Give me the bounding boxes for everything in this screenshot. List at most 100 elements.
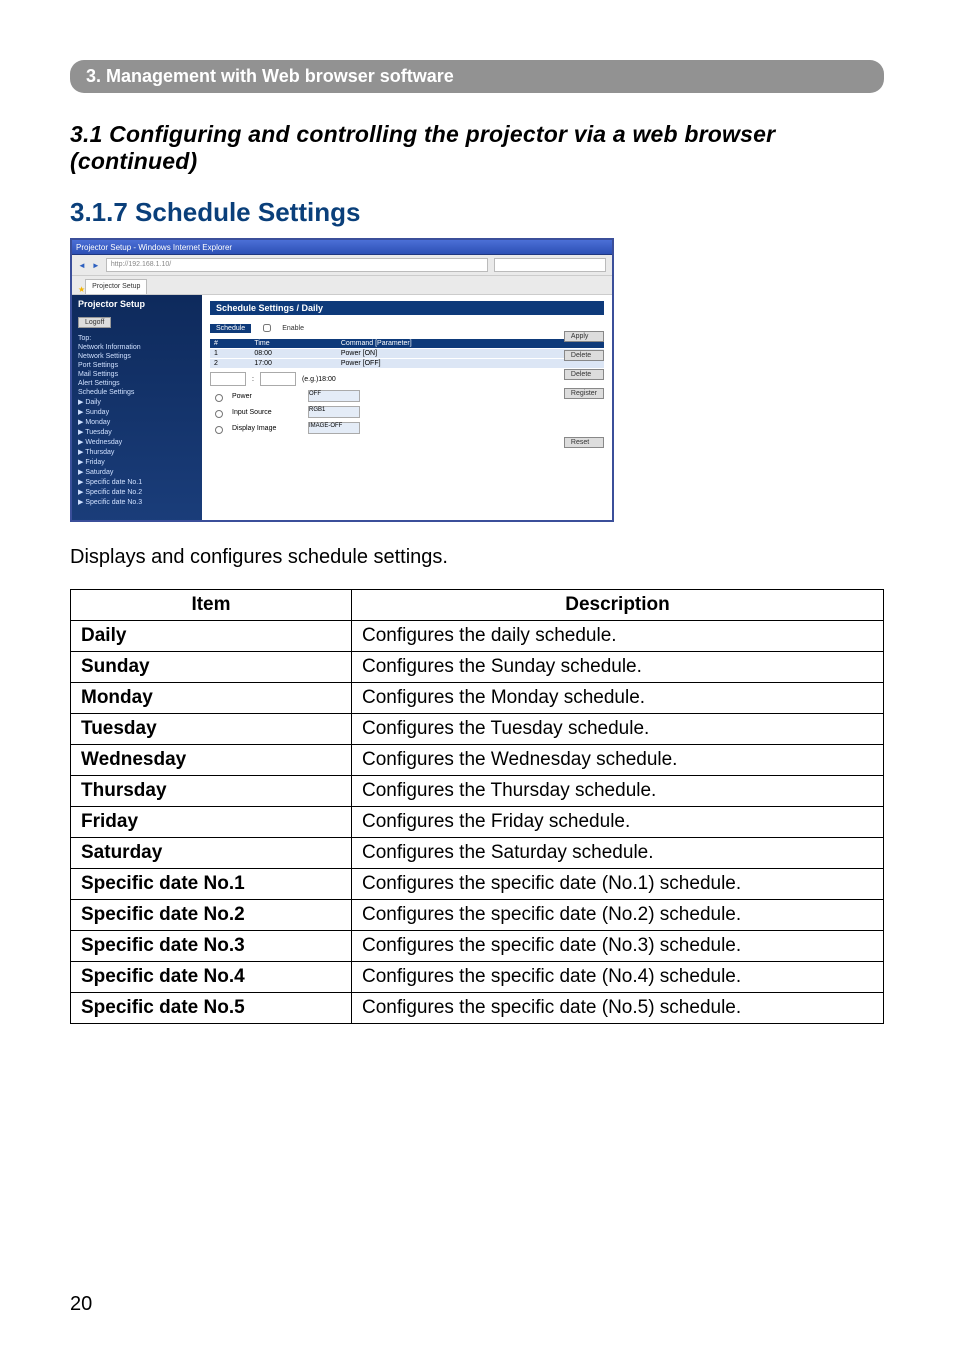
logoff-button[interactable]: Logoff	[78, 317, 111, 328]
option-value[interactable]: OFF	[308, 390, 360, 402]
sidebar-item[interactable]: ▶ Specific date No.2	[78, 487, 196, 497]
nav-back-icon[interactable]: ◄	[78, 261, 86, 270]
sidebar-item[interactable]: ▶ Saturday	[78, 467, 196, 477]
sidebar-item[interactable]: Schedule Settings	[78, 388, 196, 397]
table-row: Specific date No.5Configures the specifi…	[71, 993, 884, 1024]
subsection-title: 3.1.7 Schedule Settings	[70, 197, 884, 228]
tab-bar: ★ Projector Setup	[72, 276, 612, 295]
schedule-table: #TimeCommand [Parameter] 108:00Power [ON…	[210, 339, 604, 368]
spec-table: Item Description DailyConfigures the dai…	[70, 589, 884, 1024]
option-label: Display Image	[232, 425, 302, 432]
apply-button[interactable]: Apply	[564, 331, 604, 342]
spec-desc: Configures the Wednesday schedule.	[352, 745, 884, 776]
spec-desc: Configures the Monday schedule.	[352, 683, 884, 714]
table-cell: 2	[210, 359, 250, 369]
table-cell: 17:00	[250, 359, 337, 369]
sidebar-item[interactable]: ▶ Specific date No.3	[78, 497, 196, 507]
sidebar-item[interactable]: ▶ Friday	[78, 457, 196, 467]
sidebar-item[interactable]: Alert Settings	[78, 379, 196, 388]
option-label: Power	[232, 393, 302, 400]
command-option-row: Display Image IMAGE-OFF	[210, 422, 604, 434]
sidebar-item[interactable]: ▶ Monday	[78, 417, 196, 427]
spec-desc: Configures the specific date (No.5) sche…	[352, 993, 884, 1024]
hour-input[interactable]	[210, 372, 246, 386]
sidebar-item[interactable]: ▶ Specific date No.1	[78, 477, 196, 487]
table-row: DailyConfigures the daily schedule.	[71, 621, 884, 652]
table-row: Specific date No.1Configures the specifi…	[71, 869, 884, 900]
delete-button-2[interactable]: Delete	[564, 369, 604, 380]
spec-item: Specific date No.4	[71, 962, 352, 993]
screenshot-schedule-settings: Projector Setup - Windows Internet Explo…	[70, 238, 614, 522]
table-row: Specific date No.4Configures the specifi…	[71, 962, 884, 993]
table-row: Specific date No.2Configures the specifi…	[71, 900, 884, 931]
command-option-row: Power OFF	[210, 390, 604, 402]
nav-fwd-icon[interactable]: ►	[92, 261, 100, 270]
spec-desc: Configures the Saturday schedule.	[352, 838, 884, 869]
spec-item: Specific date No.1	[71, 869, 352, 900]
option-value[interactable]: IMAGE-OFF	[308, 422, 360, 434]
spec-desc: Configures the Sunday schedule.	[352, 652, 884, 683]
sidebar-item[interactable]: Top:	[78, 334, 196, 343]
address-bar: ◄ ► http://192.168.1.10/	[72, 255, 612, 276]
table-row: SaturdayConfigures the Saturday schedule…	[71, 838, 884, 869]
search-field[interactable]	[494, 258, 606, 272]
option-radio[interactable]	[215, 410, 223, 418]
spec-desc: Configures the daily schedule.	[352, 621, 884, 652]
time-input-row: : (e.g.)18:00	[210, 372, 604, 386]
sidebar-item[interactable]: Network Information	[78, 343, 196, 352]
spec-item: Friday	[71, 807, 352, 838]
window-titlebar: Projector Setup - Windows Internet Explo…	[72, 240, 612, 255]
sidebar-item[interactable]: Port Settings	[78, 361, 196, 370]
spec-item: Tuesday	[71, 714, 352, 745]
spec-desc: Configures the Thursday schedule.	[352, 776, 884, 807]
sidebar-item[interactable]: Network Settings	[78, 352, 196, 361]
option-label: Input Source	[232, 409, 302, 416]
spec-desc: Configures the Tuesday schedule.	[352, 714, 884, 745]
chapter-bar: 3. Management with Web browser software	[70, 60, 884, 93]
table-row: SundayConfigures the Sunday schedule.	[71, 652, 884, 683]
table-row: Specific date No.3Configures the specifi…	[71, 931, 884, 962]
schedule-label: Schedule	[210, 324, 251, 333]
reset-button[interactable]: Reset	[564, 437, 604, 448]
sidebar-item[interactable]: Mail Settings	[78, 370, 196, 379]
page-number: 20	[70, 1293, 92, 1316]
register-button[interactable]: Register	[564, 388, 604, 399]
url-field[interactable]: http://192.168.1.10/	[106, 258, 488, 272]
spec-item: Specific date No.3	[71, 931, 352, 962]
window-title: Projector Setup - Windows Internet Explo…	[76, 243, 232, 252]
sidebar-item[interactable]: ▶ Sunday	[78, 407, 196, 417]
spec-item: Specific date No.2	[71, 900, 352, 931]
enable-label: Enable	[282, 325, 304, 332]
spec-header-item: Item	[71, 590, 352, 621]
option-value[interactable]: RGB1	[308, 406, 360, 418]
table-row: MondayConfigures the Monday schedule.	[71, 683, 884, 714]
sidebar-item[interactable]: ▶ Daily	[78, 397, 196, 407]
minute-input[interactable]	[260, 372, 296, 386]
spec-item: Monday	[71, 683, 352, 714]
table-cell: 1	[210, 349, 250, 359]
spec-desc: Configures the specific date (No.2) sche…	[352, 900, 884, 931]
spec-item: Thursday	[71, 776, 352, 807]
delete-button-1[interactable]: Delete	[564, 350, 604, 361]
table-header: #	[210, 339, 250, 349]
spec-desc: Configures the specific date (No.1) sche…	[352, 869, 884, 900]
browser-tab[interactable]: Projector Setup	[85, 279, 147, 294]
spec-desc: Configures the Friday schedule.	[352, 807, 884, 838]
sidebar: Projector Setup Logoff Top:Network Infor…	[72, 295, 202, 522]
table-cell: 08:00	[250, 349, 337, 359]
table-row: 108:00Power [ON]	[210, 349, 604, 359]
spec-header-desc: Description	[352, 590, 884, 621]
table-row: ThursdayConfigures the Thursday schedule…	[71, 776, 884, 807]
section-title: 3.1 Configuring and controlling the proj…	[70, 121, 884, 175]
table-header: Time	[250, 339, 337, 349]
option-radio[interactable]	[215, 426, 223, 434]
spec-item: Daily	[71, 621, 352, 652]
sidebar-item[interactable]: ▶ Tuesday	[78, 427, 196, 437]
favorite-icon[interactable]: ★	[78, 285, 85, 294]
table-row: 217:00Power [OFF]	[210, 359, 604, 369]
spec-item: Saturday	[71, 838, 352, 869]
sidebar-item[interactable]: ▶ Thursday	[78, 447, 196, 457]
enable-checkbox[interactable]	[263, 324, 271, 332]
sidebar-item[interactable]: ▶ Wednesday	[78, 437, 196, 447]
option-radio[interactable]	[215, 394, 223, 402]
